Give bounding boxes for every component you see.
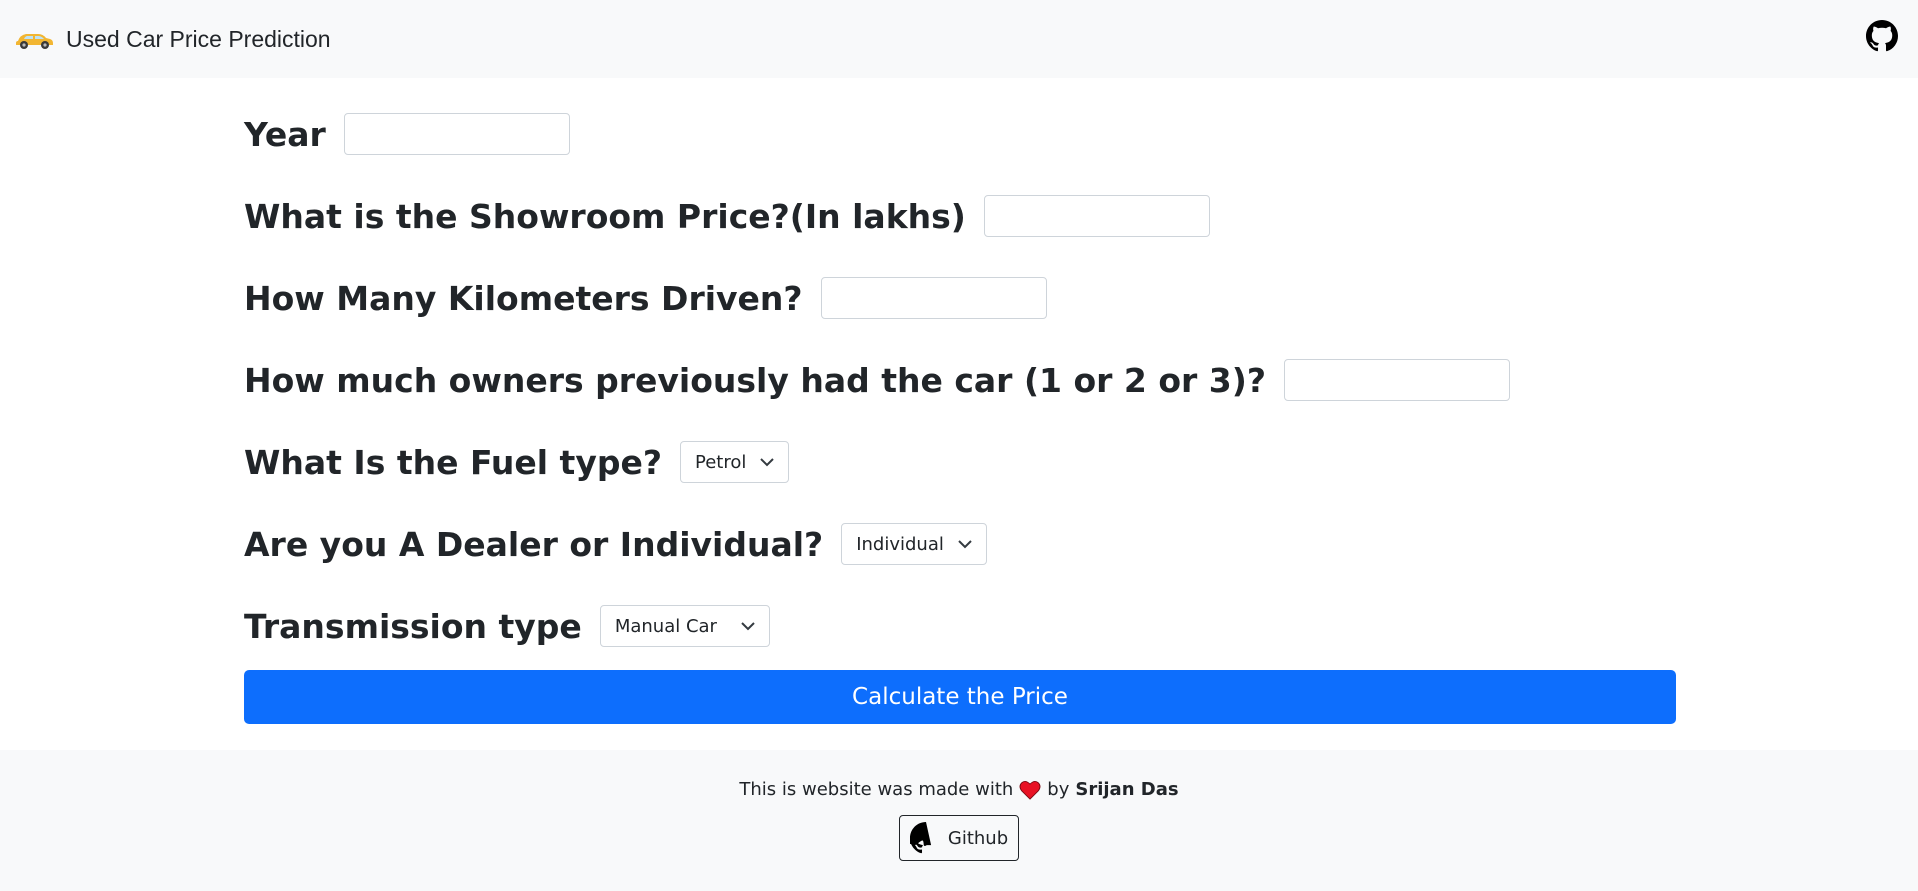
- kms-driven-row: How Many Kilometers Driven?: [244, 276, 1047, 320]
- showroom-price-input[interactable]: [983, 195, 1210, 237]
- footer: This is website was made with by Srijan …: [0, 750, 1918, 891]
- fuel-type-row: What Is the Fuel type? Petrol: [244, 440, 790, 484]
- heart-icon: [1019, 780, 1041, 800]
- kms-driven-input[interactable]: [820, 277, 1047, 319]
- seller-type-value: Individual: [856, 533, 944, 555]
- kms-driven-label: How Many Kilometers Driven?: [244, 278, 803, 318]
- chevron-down-icon: [741, 621, 755, 630]
- author-name: Srijan Das: [1075, 779, 1179, 800]
- seller-type-select[interactable]: Individual: [841, 523, 987, 565]
- calculate-price-button[interactable]: Calculate the Price: [244, 670, 1676, 724]
- transmission-select[interactable]: Manual Car: [599, 605, 770, 647]
- seller-type-row: Are you A Dealer or Individual? Individu…: [244, 522, 987, 566]
- fuel-type-select[interactable]: Petrol: [679, 441, 790, 483]
- owners-label: How much owners previously had the car (…: [244, 360, 1266, 400]
- fuel-type-value: Petrol: [694, 451, 747, 473]
- brand-link[interactable]: Used Car Price Prediction: [14, 26, 331, 53]
- owners-input[interactable]: [1284, 359, 1510, 401]
- made-with-text: This is website was made with: [739, 779, 1014, 800]
- year-label: Year: [244, 114, 326, 154]
- car-icon: [16, 34, 53, 49]
- github-button[interactable]: Github: [899, 815, 1019, 861]
- brand-title: Used Car Price Prediction: [66, 25, 331, 52]
- seller-type-label: Are you A Dealer or Individual?: [244, 524, 824, 564]
- chevron-down-icon: [958, 539, 972, 548]
- owners-row: How much owners previously had the car (…: [244, 358, 1510, 402]
- transmission-value: Manual Car: [614, 615, 717, 637]
- transmission-row: Transmission type Manual Car: [244, 604, 770, 648]
- showroom-price-label: What is the Showroom Price?(In lakhs): [244, 196, 966, 236]
- year-row: Year: [244, 112, 570, 156]
- github-icon: [909, 822, 931, 854]
- transmission-label: Transmission type: [244, 606, 582, 646]
- by-text: by: [1047, 779, 1070, 800]
- chevron-down-icon: [760, 457, 775, 466]
- github-button-label: Github: [947, 827, 1009, 849]
- navbar: Used Car Price Prediction: [0, 0, 1918, 78]
- footer-credit: This is website was made with by Srijan …: [0, 779, 1918, 800]
- github-icon[interactable]: [1866, 20, 1898, 52]
- showroom-price-row: What is the Showroom Price?(In lakhs): [244, 194, 1210, 238]
- fuel-type-label: What Is the Fuel type?: [244, 442, 662, 482]
- year-input[interactable]: [343, 113, 570, 155]
